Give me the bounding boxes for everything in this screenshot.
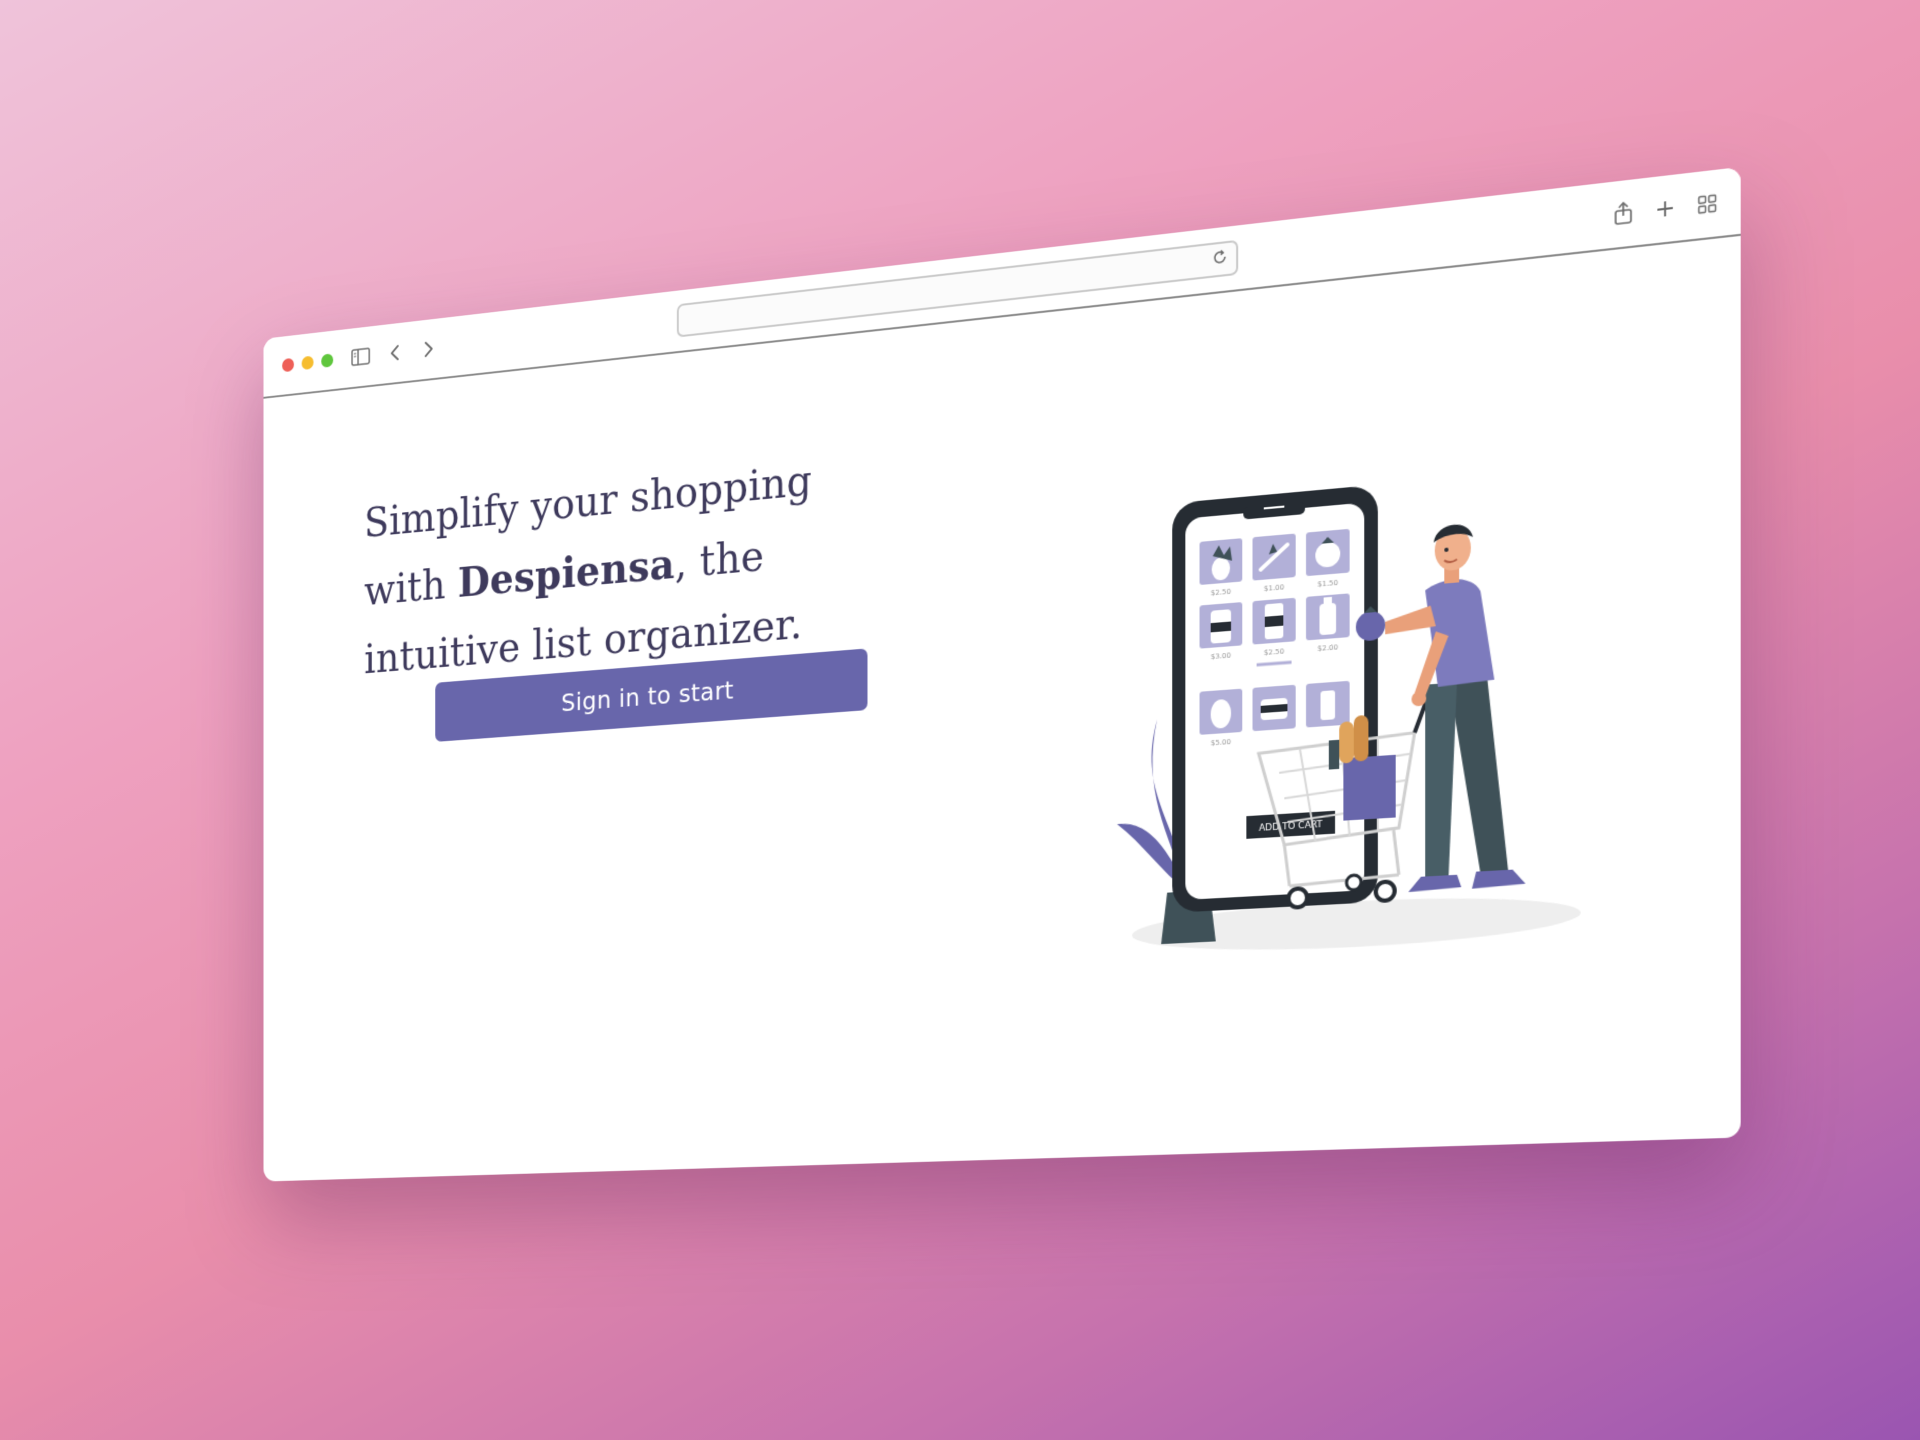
reload-icon[interactable] (1212, 248, 1228, 271)
sidebar-icon[interactable] (349, 342, 373, 371)
forward-icon[interactable] (416, 334, 440, 363)
window-controls (282, 353, 334, 373)
price-label: $2.50 (1211, 587, 1231, 597)
back-icon[interactable] (383, 338, 407, 367)
shopping-illustration: $2.50 $1.00 $1.50 $3.00 $2.50 $2.00 $5.0… (1117, 484, 1581, 958)
close-window-button[interactable] (282, 357, 294, 373)
tab-overview-icon[interactable] (1692, 187, 1723, 221)
maximize-window-button[interactable] (321, 353, 334, 368)
page-content: Simplify your shopping with Despiensa, t… (264, 236, 1741, 1182)
shopper-illustration (1355, 522, 1526, 893)
background-scene: Simplify your shopping with Despiensa, t… (0, 0, 1920, 1440)
new-tab-icon[interactable] (1650, 192, 1681, 226)
minimize-window-button[interactable] (301, 355, 314, 371)
price-label: $2.50 (1264, 647, 1285, 657)
browser-window: Simplify your shopping with Despiensa, t… (263, 166, 1741, 1182)
phone-illustration: $2.50 $1.00 $1.50 $3.00 $2.50 $2.00 $5.0… (1172, 484, 1378, 913)
price-label: $2.00 (1317, 643, 1338, 653)
price-label: $1.00 (1264, 583, 1285, 593)
brand-name: Despiensa (457, 539, 675, 607)
share-icon[interactable] (1608, 197, 1639, 230)
price-label: $1.50 (1317, 579, 1338, 589)
price-label: $5.00 (1211, 738, 1231, 748)
price-label: $3.00 (1211, 651, 1231, 661)
